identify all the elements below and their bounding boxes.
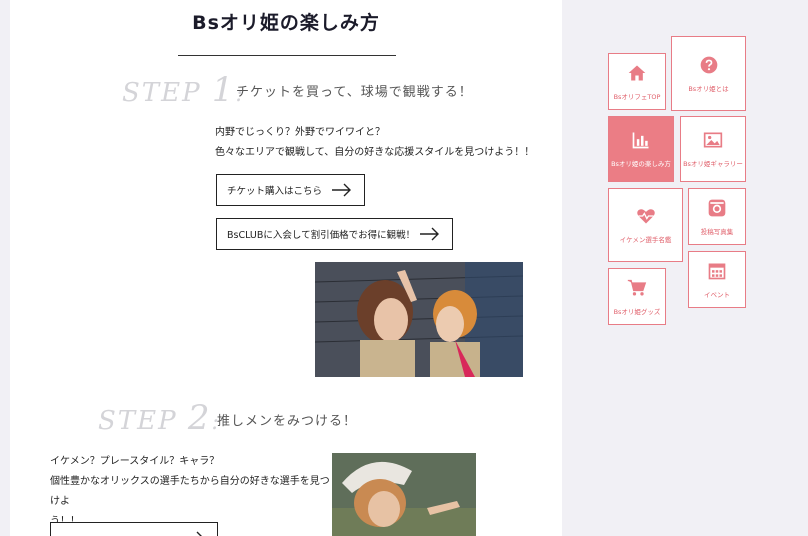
arrow-right-icon (332, 183, 351, 197)
main-content: Bsオリ姫の楽しみ方 STEP 1: チケットを買って、球場で観戦する！ 内野で… (10, 0, 562, 536)
nav-tile-player-directory[interactable]: イケメン選手名鑑 (608, 188, 683, 262)
step-1-line-1: 内野でじっくり？外野でワイワイと？ (215, 127, 385, 138)
player-directory-button[interactable] (50, 522, 218, 536)
nav-tile-photo-collection-label: 投稿写真集 (700, 227, 734, 236)
cart-icon (627, 279, 647, 295)
nav-tile-top-label: BsオリフェTOP (613, 92, 661, 101)
ticket-purchase-button[interactable]: チケット購入はこちら (216, 174, 365, 206)
camera-icon (708, 199, 726, 216)
nav-tile-goods-label: Bsオリ姫グッズ (613, 307, 661, 316)
step-1-number: 1 (211, 70, 236, 110)
step-2-number: 2 (187, 398, 212, 438)
nav-tile-how-to-enjoy-label: Bsオリ姫の楽しみ方 (611, 160, 671, 168)
fan-cap-photo (332, 453, 476, 536)
step-1-line-2: 色々なエリアで観戦して、自分の好きな応援スタイルを見つけよう！！ (215, 147, 535, 158)
nav-tile-top[interactable]: BsオリフェTOP (608, 53, 666, 110)
nav-tile-how-to-enjoy[interactable]: Bsオリ姫の楽しみ方 (608, 116, 674, 182)
ticket-purchase-label: チケット購入はこちら (227, 186, 323, 197)
nav-tile-about-label: Bsオリ姫とは (688, 84, 729, 93)
home-icon (628, 65, 646, 80)
bsclub-join-label: BsCLUBに入会して割引価格でお得に観戦！ (227, 230, 416, 241)
image-icon (703, 132, 723, 148)
step-2-description: イケメン？プレースタイル？キャラ？ 個性豊かなオリックスの選手たちから自分の好き… (50, 452, 335, 532)
nav-tile-gallery-label: Bsオリ姫ギャラリー (683, 160, 743, 168)
step-2-line-1: イケメン？プレースタイル？キャラ？ (50, 456, 220, 467)
stadium-fans-photo (315, 262, 523, 377)
step-2-line-2: 個性豊かなオリックスの選手たちから自分の好きな選手を見つけよ (50, 476, 330, 507)
arrow-right-icon (420, 227, 439, 241)
step-1-text: チケットを買って、球場で観戦する！ (236, 85, 473, 100)
step-2-word: STEP (98, 406, 178, 436)
nav-tile-goods[interactable]: Bsオリ姫グッズ (608, 268, 666, 325)
nav-tile-events[interactable]: イベント (688, 251, 746, 308)
nav-tile-player-directory-label: イケメン選手名鑑 (619, 236, 672, 244)
sidebar: BsオリフェTOP Bsオリ姫とは Bsオリ姫の楽しみ方 Bsオリ姫ギャラリー … (562, 0, 808, 536)
bsclub-join-button[interactable]: BsCLUBに入会して割引価格でお得に観戦！ (216, 218, 453, 250)
fan-cap-illustration (332, 453, 476, 536)
step-2-heading: STEP 2: (98, 398, 221, 438)
arrow-right-icon (196, 531, 202, 536)
nav-tile-photo-collection[interactable]: 投稿写真集 (688, 188, 746, 245)
step-1-heading: STEP 1: (122, 70, 245, 110)
heart-pulse-icon (636, 209, 655, 224)
step-1-description: 内野でじっくり？外野でワイワイと？ 色々なエリアで観戦して、自分の好きな応援スタ… (215, 123, 545, 163)
stadium-fans-illustration (315, 262, 523, 377)
nav-tile-about[interactable]: Bsオリ姫とは (671, 36, 746, 111)
step-2-text: 推しメンをみつける！ (217, 414, 358, 429)
title-underline (178, 55, 396, 56)
nav-tile-gallery[interactable]: Bsオリ姫ギャラリー (680, 116, 746, 182)
question-icon (700, 56, 717, 73)
nav-tile-events-label: イベント (704, 290, 730, 299)
bar-chart-icon (632, 132, 649, 149)
calendar-icon (708, 263, 726, 279)
step-1-word: STEP (122, 78, 202, 108)
page-title: Bsオリ姫の楽しみ方 (192, 12, 380, 34)
